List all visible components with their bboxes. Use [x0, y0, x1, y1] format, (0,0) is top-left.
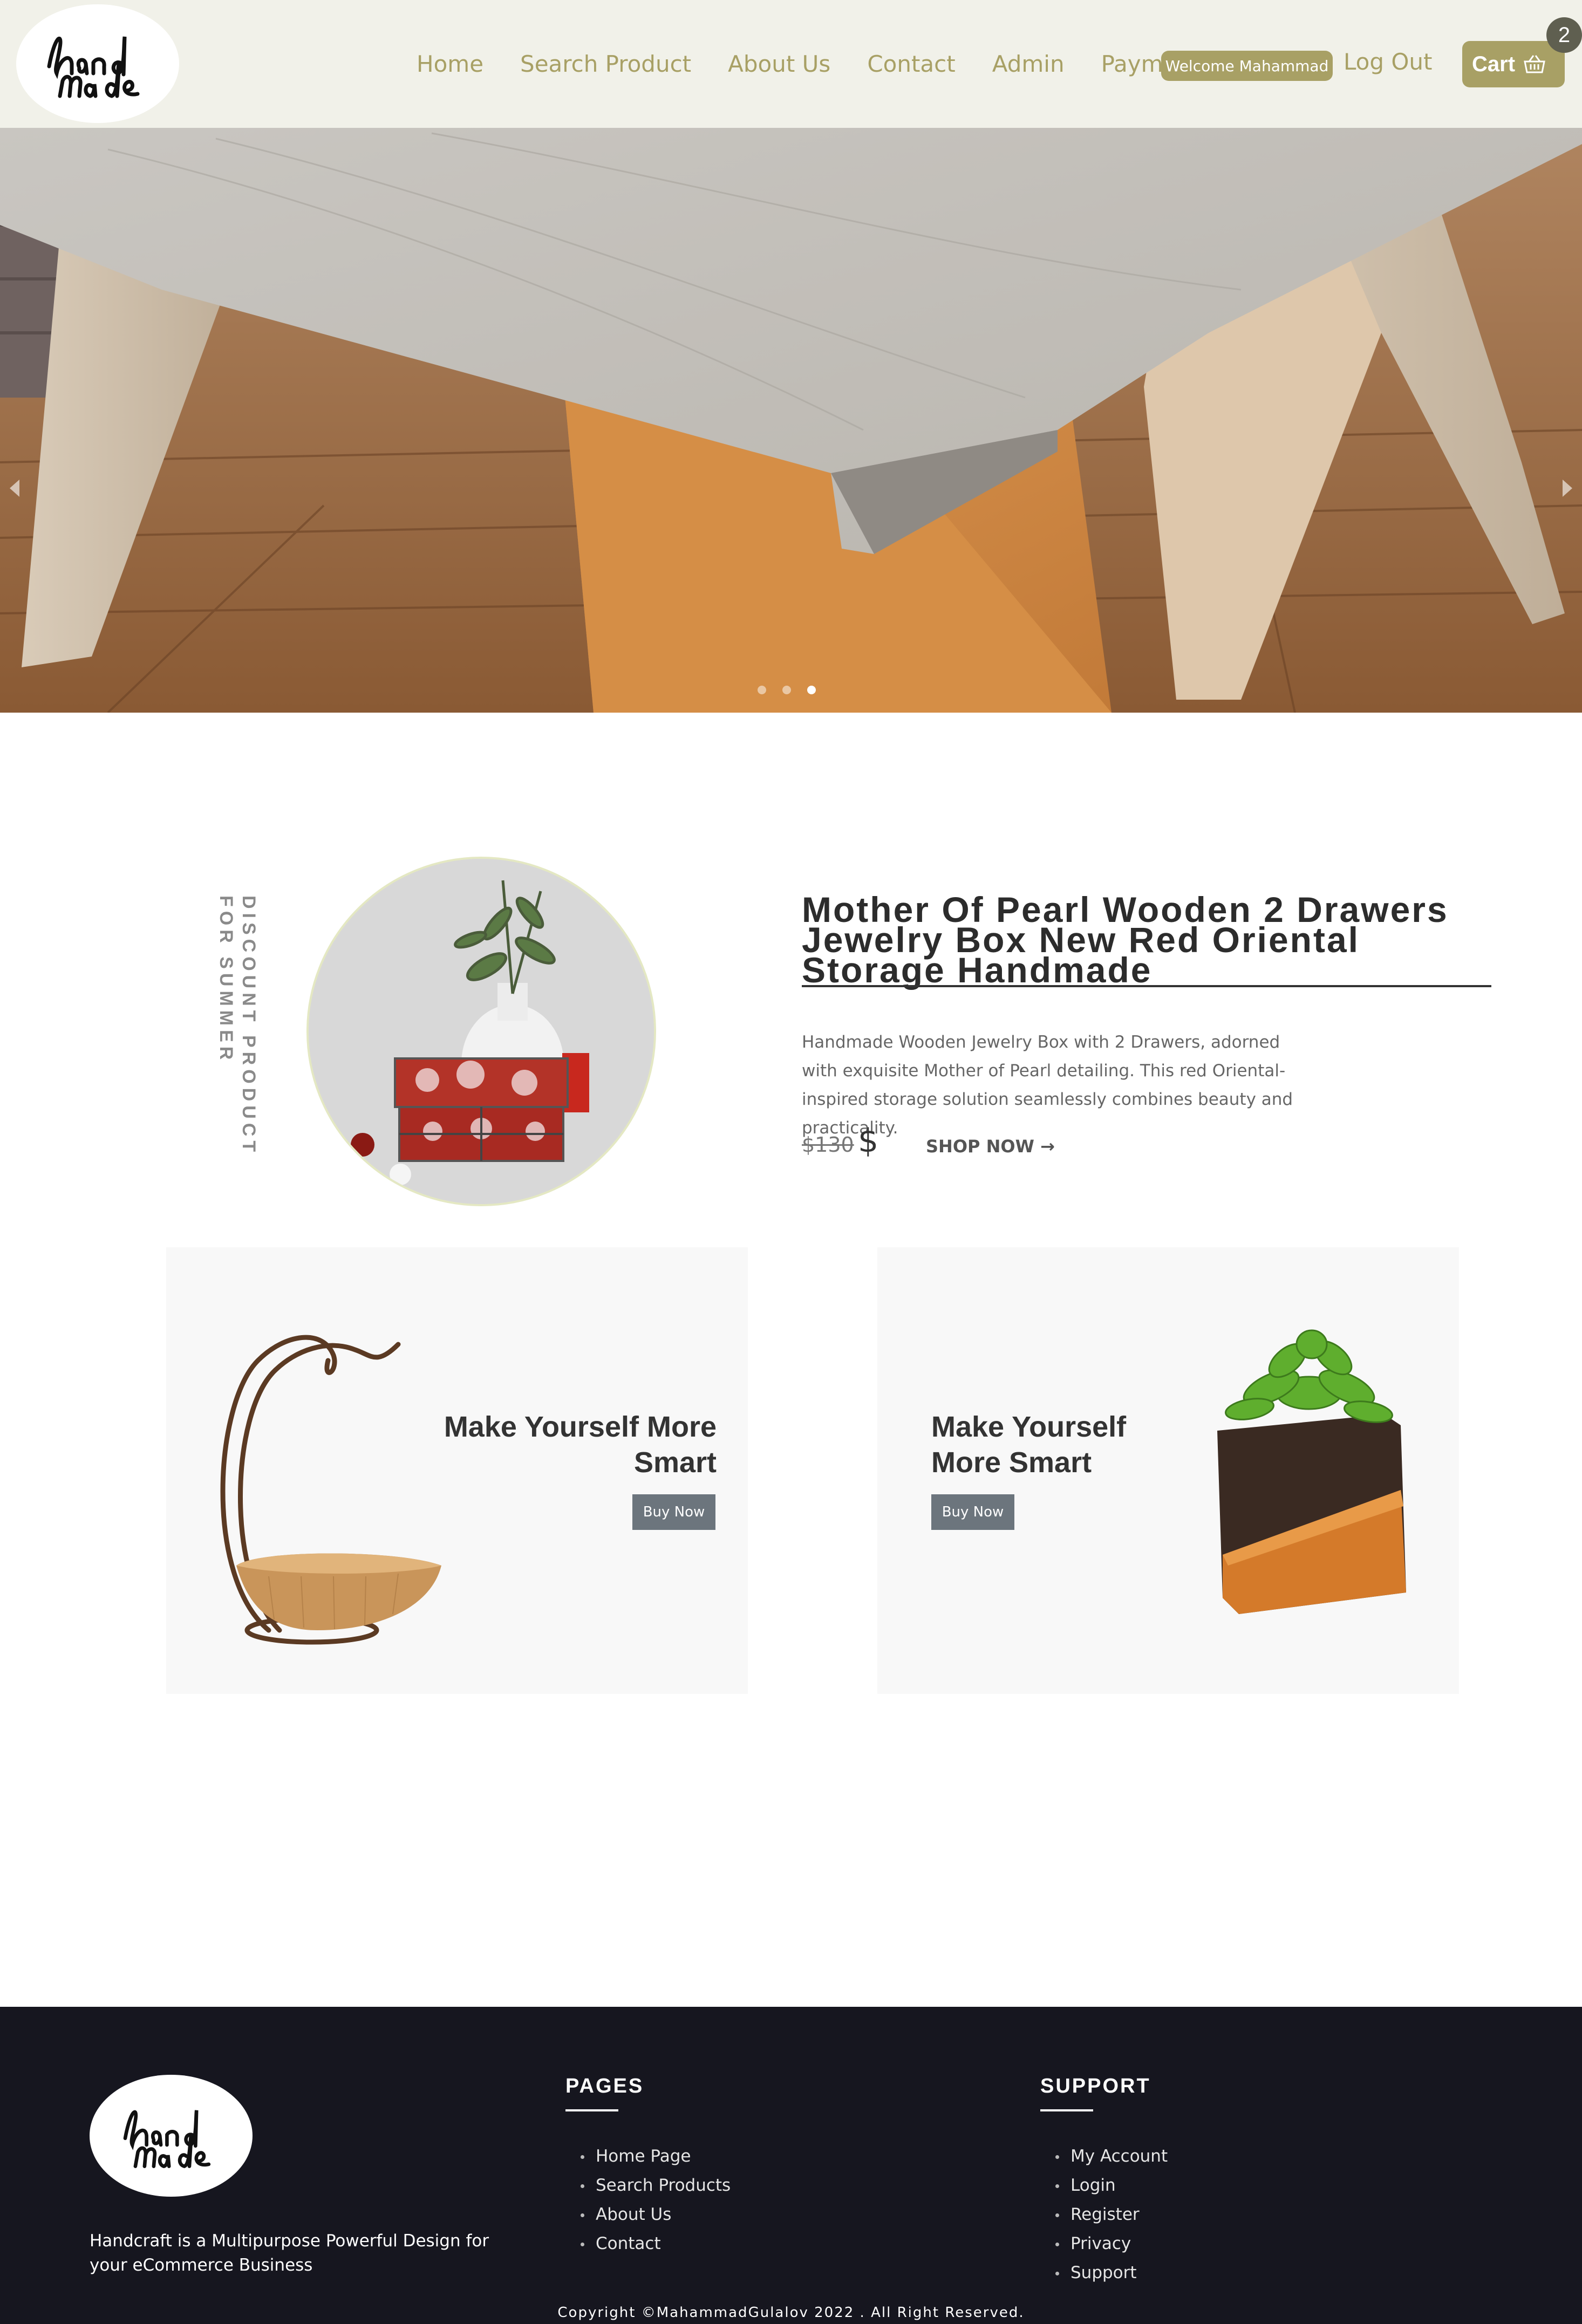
- carousel-next-icon[interactable]: [1563, 480, 1572, 497]
- old-price: $130: [802, 1133, 854, 1157]
- discount-side-label: DISCOUNT PRODUCT FOR SUMMER: [216, 896, 259, 1157]
- footer-link-contact[interactable]: Contact: [565, 2229, 731, 2258]
- footer-support-heading: SUPPORT: [1040, 2075, 1151, 2097]
- promo-title: Make Yourself More Smart: [444, 1411, 717, 1479]
- hero-carousel: [0, 128, 1582, 713]
- footer-logo[interactable]: [90, 2075, 253, 2197]
- handmade-logo-icon: [47, 36, 140, 98]
- logout-link[interactable]: Log Out: [1344, 49, 1433, 75]
- featured-product-title[interactable]: Mother Of Pearl Wooden 2 Drawers Jewelry…: [802, 892, 1491, 988]
- carousel-dot-active[interactable]: [807, 686, 816, 694]
- carousel-prev-icon[interactable]: [10, 480, 19, 497]
- brand-logo[interactable]: [16, 4, 179, 123]
- footer-tagline: Handcraft is a Multipurpose Powerful Des…: [90, 2231, 489, 2275]
- nav-home-link[interactable]: Home: [417, 51, 483, 77]
- carousel-indicators: [758, 686, 832, 694]
- current-price: $: [858, 1122, 879, 1160]
- hero-bench-image: [0, 128, 1582, 713]
- shop-now-link[interactable]: SHOP NOW →: [926, 1136, 1055, 1157]
- footer-pages-heading: PAGES: [565, 2075, 644, 2097]
- footer-link-privacy[interactable]: Privacy: [1040, 2229, 1168, 2258]
- main-menu: Home Search Product About Us Contact Adm…: [417, 47, 1237, 80]
- buy-now-button[interactable]: Buy Now: [632, 1494, 715, 1530]
- nav-about-us-link[interactable]: About Us: [728, 51, 830, 77]
- succulent-planter-image: [1217, 1329, 1406, 1614]
- title-underline: [802, 985, 1491, 987]
- copyright-text: Copyright ©MahammadGulalov 2022 . All Ri…: [557, 2305, 1025, 2321]
- jewelry-box-image: [309, 859, 654, 1204]
- footer-support-list: My Account Login Register Privacy Suppor…: [1040, 2142, 1168, 2287]
- promo-card-fruit-bowl: Make Yourself More Smart Buy Now: [166, 1247, 748, 1694]
- nav-admin-link[interactable]: Admin: [992, 51, 1065, 77]
- fruit-bowl-stand-image: [220, 1335, 441, 1645]
- footer-link-login[interactable]: Login: [1040, 2171, 1168, 2200]
- nav-contact-link[interactable]: Contact: [867, 51, 955, 77]
- welcome-badge: Welcome Mahammad: [1161, 51, 1333, 81]
- footer-link-home-page[interactable]: Home Page: [565, 2142, 731, 2171]
- promo-card-planter: Make Yourself More Smart Buy Now: [877, 1247, 1459, 1694]
- carousel-dot[interactable]: [758, 686, 766, 694]
- footer-link-search-products[interactable]: Search Products: [565, 2171, 731, 2200]
- handmade-logo-icon: [123, 2110, 211, 2169]
- carousel-dot[interactable]: [782, 686, 791, 694]
- footer-link-my-account[interactable]: My Account: [1040, 2142, 1168, 2171]
- nav-search-product-link[interactable]: Search Product: [520, 51, 691, 77]
- cart-button[interactable]: Cart: [1462, 41, 1565, 87]
- site-footer: Handcraft is a Multipurpose Powerful Des…: [0, 2007, 1582, 2324]
- promo-title: Make Yourself More Smart: [931, 1411, 1127, 1479]
- navbar: Home Search Product About Us Contact Adm…: [0, 0, 1582, 128]
- footer-heading-underline: [1040, 2109, 1093, 2111]
- buy-now-button[interactable]: Buy Now: [931, 1494, 1014, 1530]
- footer-heading-underline: [565, 2109, 618, 2111]
- basket-icon: [1524, 55, 1545, 73]
- footer-link-support[interactable]: Support: [1040, 2258, 1168, 2287]
- cart-label: Cart: [1472, 52, 1516, 76]
- footer-link-about-us[interactable]: About Us: [565, 2200, 731, 2229]
- footer-pages-list: Home Page Search Products About Us Conta…: [565, 2142, 731, 2258]
- cart-count-badge: 2: [1546, 17, 1582, 53]
- featured-product-image[interactable]: [306, 857, 656, 1206]
- footer-link-register[interactable]: Register: [1040, 2200, 1168, 2229]
